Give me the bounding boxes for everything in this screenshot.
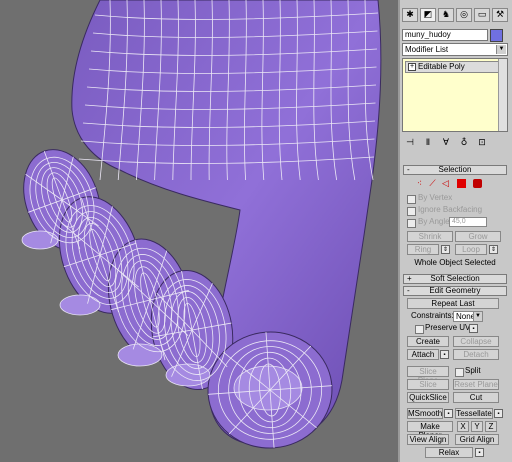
ignore-backfacing-label: Ignore Backfacing [418, 205, 483, 214]
pin-stack-icon[interactable]: ⊣ [404, 137, 416, 149]
relax-settings-icon[interactable]: ▪ [475, 448, 484, 457]
constraints-label: Constraints: [411, 311, 454, 320]
show-end-result-icon[interactable]: Ⅱ [422, 137, 434, 149]
modifier-stack[interactable]: + Editable Poly [402, 58, 508, 132]
selection-rollout-title: Selection [438, 165, 472, 174]
preserve-uvs-settings-icon[interactable]: ▪ [469, 324, 478, 333]
grow-button[interactable]: Grow [455, 231, 501, 242]
soft-selection-rollout: + Soft Selection [403, 274, 507, 284]
constraints-dropdown[interactable]: None ▼ [453, 311, 483, 322]
viewport[interactable] [0, 0, 398, 462]
ignore-backfacing-checkbox[interactable] [407, 207, 416, 216]
make-planar-button[interactable]: Make Planar [407, 421, 453, 440]
slice-button[interactable]: Slice [407, 379, 449, 390]
collapse-icon: - [407, 165, 410, 174]
by-vertex-checkbox[interactable] [407, 195, 416, 204]
stack-scrollbar[interactable] [498, 59, 507, 131]
hierarchy-tab-icon[interactable]: ♞ [438, 8, 454, 22]
attach-button[interactable]: Attach [407, 349, 439, 360]
chevron-down-icon: ▼ [473, 312, 482, 321]
edit-geometry-rollout-title: Edit Geometry [429, 286, 481, 295]
stack-item-label: Editable Poly [418, 62, 465, 71]
stack-toolbar: ⊣ Ⅱ ∀ ♁ ⊡ [404, 137, 508, 149]
modifier-list-label: Modifier List [405, 45, 449, 54]
toenail-1 [21, 230, 59, 250]
command-panel: ✱ ◩ ♞ ◎ ▭ ⚒ muny_hudoy Modifier List ▼ +… [398, 0, 512, 462]
edge-mode-icon[interactable]: ⟋ [428, 179, 437, 188]
modifier-list-dropdown[interactable]: Modifier List ▼ [402, 43, 508, 56]
ring-spinner-icon[interactable]: ⇕ [441, 245, 450, 254]
element-mode-icon[interactable] [473, 179, 482, 188]
view-align-button[interactable]: View Align [407, 434, 449, 445]
by-angle-spinner[interactable]: 45,0 [449, 217, 487, 227]
collapse-button[interactable]: Collapse [453, 336, 499, 347]
preserve-uvs-checkbox[interactable] [415, 325, 424, 334]
remove-modifier-icon[interactable]: ♁ [458, 137, 470, 149]
attach-list-icon[interactable]: ▪ [440, 350, 449, 359]
tessellate-button[interactable]: Tessellate [455, 408, 493, 419]
expand-icon[interactable]: + [408, 63, 416, 71]
display-tab-icon[interactable]: ▭ [474, 8, 490, 22]
modify-tab-icon[interactable]: ◩ [420, 8, 436, 22]
create-button[interactable]: Create [407, 336, 449, 347]
selection-rollout-header[interactable]: - Selection [403, 165, 507, 175]
polygon-mode-icon[interactable] [457, 179, 466, 188]
expand-icon: + [407, 274, 412, 283]
tessellate-settings-icon[interactable]: ▪ [494, 409, 503, 418]
msmooth-settings-icon[interactable]: ▪ [444, 409, 453, 418]
foot-mesh[interactable] [0, 0, 398, 462]
ring-button[interactable]: Ring [407, 244, 439, 255]
reset-plane-button[interactable]: Reset Plane [453, 379, 499, 390]
shrink-button[interactable]: Shrink [407, 231, 453, 242]
stack-item-editable-poly[interactable]: + Editable Poly [405, 61, 505, 73]
edit-geometry-rollout-header[interactable]: - Edit Geometry [403, 286, 507, 296]
relax-button[interactable]: Relax [425, 447, 473, 458]
cut-button[interactable]: Cut [453, 392, 499, 403]
soft-selection-rollout-title: Soft Selection [430, 274, 480, 283]
vertex-mode-icon[interactable]: ⁖ [415, 179, 424, 188]
create-tab-icon[interactable]: ✱ [402, 8, 418, 22]
repeat-last-button[interactable]: Repeat Last [407, 298, 499, 309]
planar-x-button[interactable]: X [457, 421, 469, 432]
by-vertex-label: By Vertex [418, 193, 453, 202]
slice-plane-button[interactable]: Slice Plane [407, 366, 449, 385]
utilities-tab-icon[interactable]: ⚒ [492, 8, 508, 22]
selection-rollout: - Selection ⁖ ⟋ ◁ By Vertex Ignore Backf… [403, 165, 507, 271]
split-checkbox[interactable] [455, 368, 464, 377]
msmooth-button[interactable]: MSmooth [407, 408, 443, 419]
collapse-icon: - [407, 286, 410, 295]
split-label: Split [465, 366, 481, 375]
detach-button[interactable]: Detach [453, 349, 499, 360]
grid-align-button[interactable]: Grid Align [455, 434, 499, 445]
toenail-2 [59, 294, 101, 316]
selection-status: Whole Object Selected [414, 258, 496, 267]
object-color-swatch[interactable] [490, 29, 503, 42]
border-mode-icon[interactable]: ◁ [441, 179, 450, 188]
preserve-uvs-label: Preserve UVs [425, 323, 475, 332]
make-unique-icon[interactable]: ∀ [440, 137, 452, 149]
toenail-3 [117, 343, 163, 367]
object-name-field[interactable]: muny_hudoy [402, 29, 488, 41]
command-panel-tabs: ✱ ◩ ♞ ◎ ▭ ⚒ [402, 8, 510, 24]
edit-geometry-rollout: - Edit Geometry Repeat Last Constraints:… [403, 286, 507, 462]
by-angle-checkbox[interactable] [407, 219, 416, 228]
chevron-down-icon: ▼ [496, 45, 506, 54]
quickslice-button[interactable]: QuickSlice [407, 392, 449, 403]
planar-z-button[interactable]: Z [485, 421, 497, 432]
by-angle-label: By Angle: [418, 217, 452, 226]
motion-tab-icon[interactable]: ◎ [456, 8, 472, 22]
loop-spinner-icon[interactable]: ⇕ [489, 245, 498, 254]
soft-selection-rollout-header[interactable]: + Soft Selection [403, 274, 507, 284]
configure-modifier-sets-icon[interactable]: ⊡ [476, 137, 488, 149]
planar-y-button[interactable]: Y [471, 421, 483, 432]
loop-button[interactable]: Loop [455, 244, 487, 255]
